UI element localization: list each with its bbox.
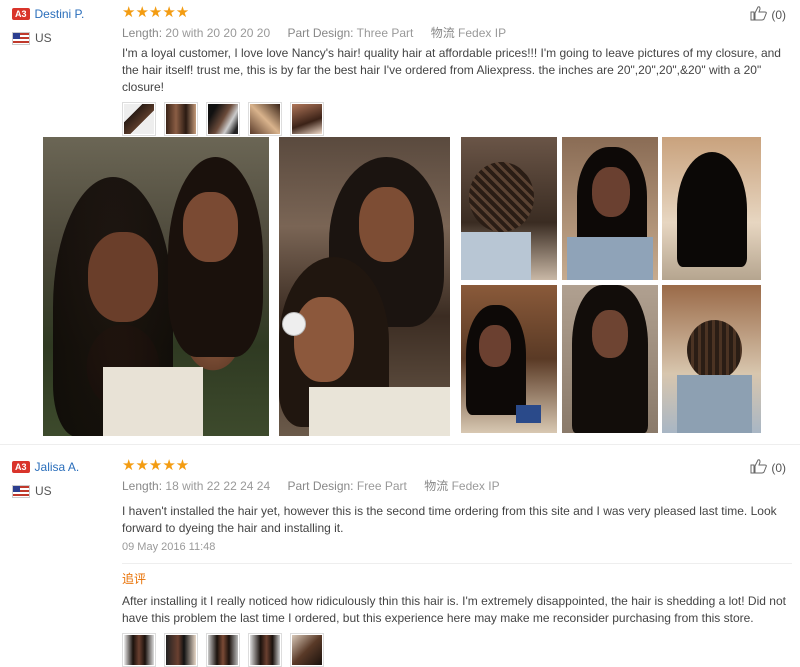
reviewer-name[interactable]: Jalisa A.: [35, 460, 80, 474]
review-photo-thumbnail[interactable]: [248, 102, 282, 136]
review-photo-thumbnail[interactable]: [248, 633, 282, 667]
product-attributes: Length: 20 with 20 20 20 20 Part Design:…: [122, 26, 507, 40]
review-photo-grid-3[interactable]: [662, 137, 761, 280]
buyer-level-badge: A3: [12, 460, 30, 473]
review-photo-thumbnail[interactable]: [122, 102, 156, 136]
followup-divider: [122, 563, 792, 564]
review-photo-large-2[interactable]: [279, 137, 450, 436]
helpful-count: (0): [771, 7, 786, 22]
review-content: ★★★★★ Length: 18 with 22 22 24 24 Part D…: [122, 457, 792, 667]
review-content: ★★★★★ Length: 20 with 20 20 20 20 Part D…: [122, 5, 790, 136]
reviewer-country: US: [12, 31, 112, 46]
us-flag-icon: [12, 32, 30, 46]
review-photo-thumbnail[interactable]: [122, 633, 156, 667]
review-photo-thumbnail[interactable]: [164, 102, 198, 136]
reviewer-country: US: [12, 484, 112, 499]
review-photo-thumbnail[interactable]: [164, 633, 198, 667]
star-rating: ★★★★★: [122, 4, 190, 21]
product-attributes: Length: 18 with 22 22 24 24 Part Design:…: [122, 479, 500, 493]
review-photo-grid-2[interactable]: [562, 137, 658, 280]
review-photo-thumbnail[interactable]: [206, 102, 240, 136]
review-photo-grid-1[interactable]: [461, 137, 557, 280]
reviewer-info: A3 Destini P. US: [12, 5, 112, 46]
review-divider: [0, 444, 800, 445]
buyer-level-badge: A3: [12, 7, 30, 20]
us-flag-icon: [12, 485, 30, 499]
review-photo-large-1[interactable]: [43, 137, 269, 436]
additional-feedback-text: After installing it I really noticed how…: [122, 594, 786, 625]
review-text: I haven't installed the hair yet, howeve…: [122, 504, 777, 535]
star-rating: ★★★★★: [122, 457, 190, 474]
review-photo-grid-4[interactable]: [461, 285, 557, 433]
review-photo-grid-6[interactable]: [662, 285, 761, 433]
review-date: 09 May 2016 11:48: [122, 541, 216, 553]
review-thumbnails: [122, 102, 790, 136]
helpful-button[interactable]: (0): [750, 458, 786, 477]
thumbs-up-icon: [750, 458, 768, 477]
thumbs-up-icon: [750, 5, 768, 24]
review-thumbnails: [122, 633, 790, 667]
review-text: I'm a loyal customer, I love love Nancy'…: [122, 46, 781, 94]
reviewer-info: A3 Jalisa A. US: [12, 458, 112, 499]
review-photo-thumbnail[interactable]: [290, 633, 324, 667]
helpful-button[interactable]: (0): [750, 5, 786, 24]
additional-feedback-label: 追评: [122, 572, 147, 586]
review-photo-thumbnail[interactable]: [206, 633, 240, 667]
review-photo-thumbnail[interactable]: [290, 102, 324, 136]
review-photo-grid-5[interactable]: [562, 285, 658, 433]
reviewer-name[interactable]: Destini P.: [35, 7, 85, 21]
helpful-count: (0): [771, 460, 786, 475]
